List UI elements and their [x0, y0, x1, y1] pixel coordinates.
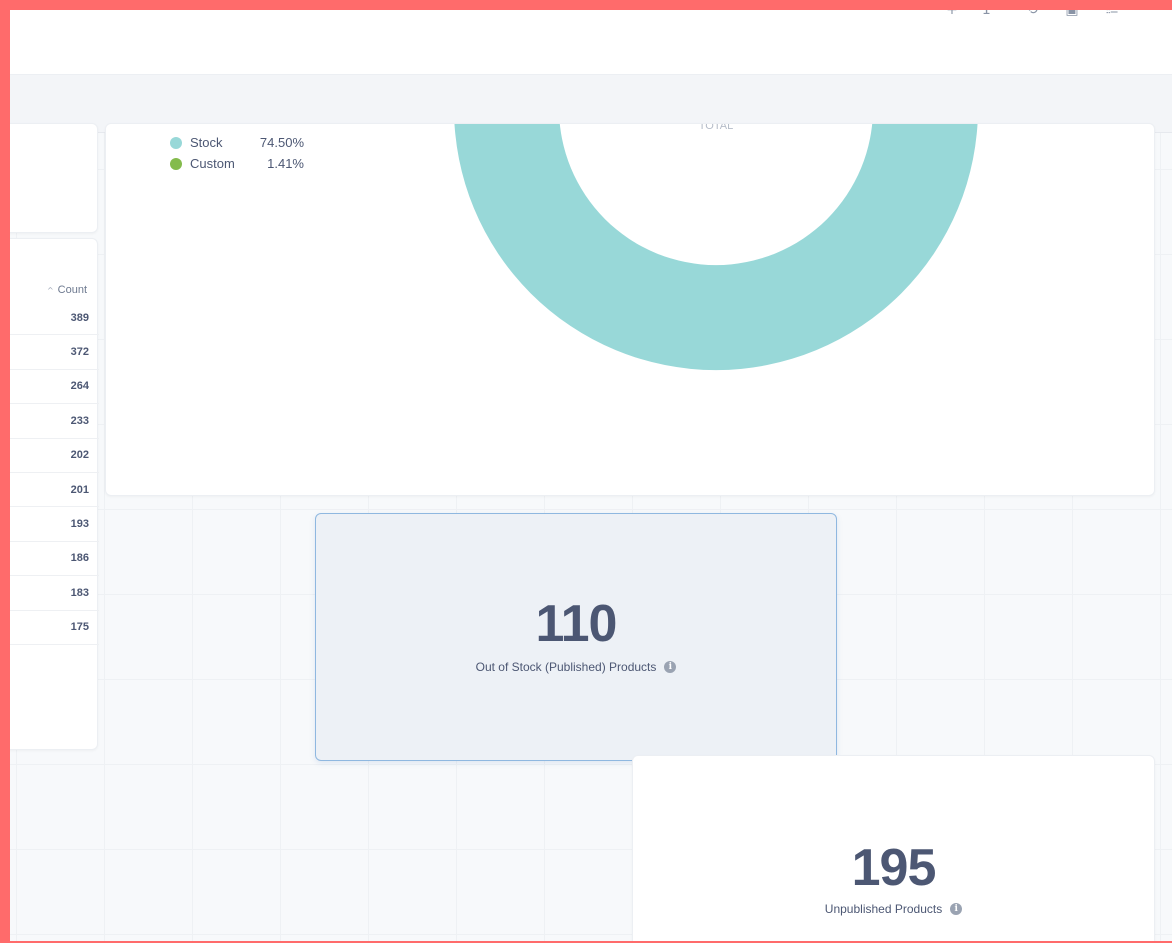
info-icon[interactable]: i [950, 903, 963, 915]
dashboard-card [10, 123, 98, 233]
out-of-stock-label: Out of Stock (Published) Products [475, 660, 657, 674]
table-row[interactable]: 193 [10, 507, 99, 542]
bookmark-icon[interactable]: ▣ [1052, 10, 1092, 20]
count-table-card: ^ Count 389 372 264 233 202 201 193 186 183 175 [10, 238, 99, 750]
out-of-stock-value: 110 [535, 595, 618, 653]
out-of-stock-card[interactable]: 110 Out of Stock (Published) Products i [315, 513, 837, 761]
donut-chart: TOTAL [454, 124, 978, 370]
donut-slice-stock[interactable] [454, 124, 978, 370]
donut-center-label: TOTAL [699, 124, 733, 132]
table-row[interactable]: 389 [10, 301, 99, 336]
table-row[interactable]: 175 [10, 611, 99, 645]
dashboard-grid: ^ Count 389 372 264 233 202 201 193 186 183 175 S… [10, 123, 1172, 941]
sort-ascending-icon: ^ [46, 285, 54, 295]
table-row[interactable]: 201 [10, 473, 99, 508]
donut-chart-card: Stock 74.50% Custom 1.41% TOTAL [105, 123, 1155, 496]
unpublished-card[interactable]: 195 Unpublished Products i [632, 755, 1155, 941]
table-row[interactable]: 202 [10, 439, 99, 473]
count-header-label: Count [57, 284, 87, 296]
plus-icon[interactable]: + [932, 10, 972, 20]
table-row[interactable]: 233 [10, 404, 99, 439]
toolbar: + 1 ˅ ⟲ ▣ ⩴ ··· [932, 10, 1172, 20]
out-of-stock-label-row: Out of Stock (Published) Products i [316, 660, 836, 674]
more-icon[interactable]: ··· [1132, 10, 1172, 20]
table-row[interactable]: 372 [10, 335, 99, 370]
top-bar: + 1 ˅ ⟲ ▣ ⩴ ··· [10, 10, 1172, 75]
app-frame: + 1 ˅ ⟲ ▣ ⩴ ··· ^ Count 389 372 264 233 202 2… [10, 10, 1172, 941]
table-row[interactable]: 264 [10, 370, 99, 405]
count-column-header[interactable]: ^ Count [47, 284, 87, 296]
clock-icon[interactable]: ⟲ [1012, 10, 1052, 20]
info-icon[interactable]: i [664, 661, 677, 673]
unpublished-label: Unpublished Products [824, 902, 943, 916]
unpublished-value: 195 [851, 839, 937, 897]
table-row[interactable]: 186 [10, 542, 99, 577]
chart-icon[interactable]: ⩴ [1092, 10, 1132, 20]
table-row[interactable]: 183 [10, 576, 99, 611]
count-table-body: 389 372 264 233 202 201 193 186 183 175 [10, 301, 99, 645]
filter-icon[interactable]: 1 ˅ [972, 10, 1012, 20]
unpublished-label-row: Unpublished Products i [633, 902, 1154, 916]
